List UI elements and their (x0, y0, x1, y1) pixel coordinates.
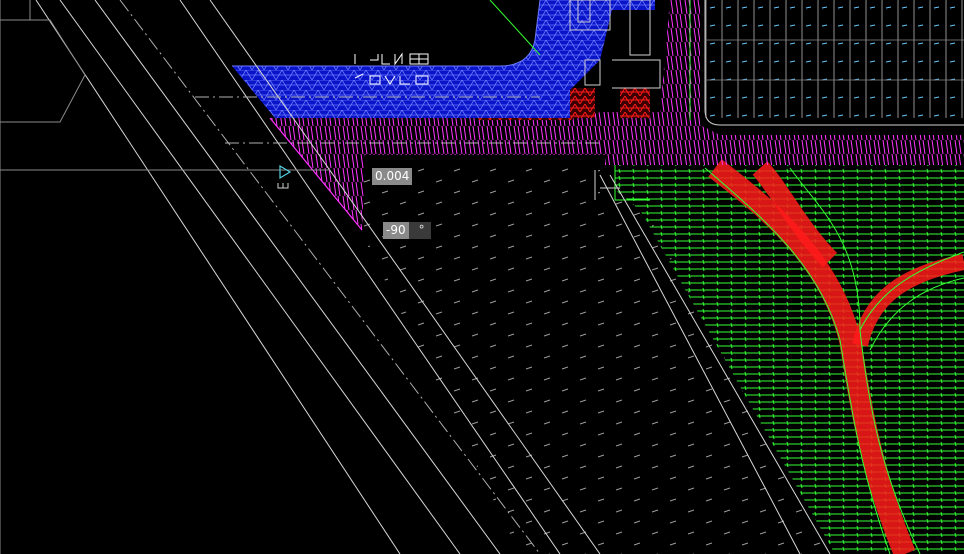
dynamic-length-input[interactable]: 0.004 (372, 168, 413, 185)
cad-drawing-canvas[interactable] (0, 0, 964, 554)
angle-unit: ° (408, 222, 431, 239)
length-value[interactable]: 0.004 (372, 168, 413, 185)
cad-drawing-viewport[interactable]: 0.004 -90 ° (0, 0, 964, 554)
triangle-cursor-icon (277, 164, 292, 189)
dynamic-angle-input[interactable]: -90 ° (383, 222, 431, 239)
angle-value[interactable]: -90 (383, 222, 409, 239)
parking-lot-hatch (704, 0, 964, 126)
